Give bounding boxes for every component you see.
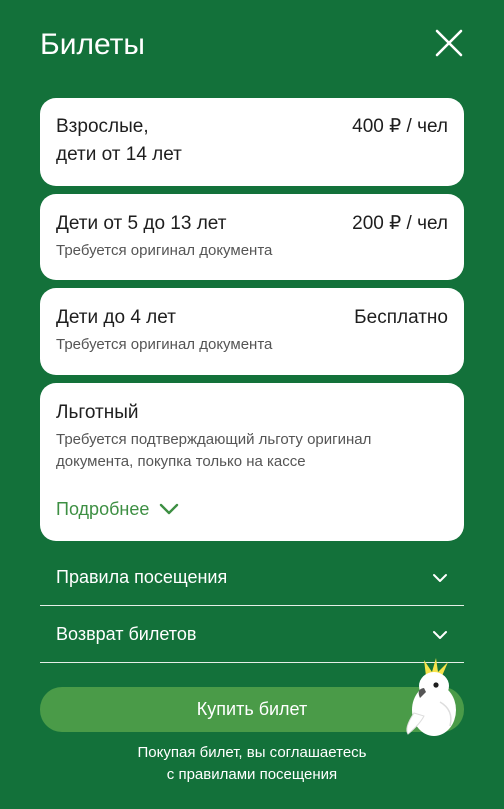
disclaimer-line2: с правилами посещения (166, 766, 338, 783)
close-icon[interactable] (434, 28, 464, 58)
ticket-name: Взрослые, дети от 14 лет (56, 113, 182, 169)
page-title: Билеты (40, 28, 145, 61)
header: Билеты (40, 26, 464, 66)
accordion-visit-rules[interactable]: Правила посещения (40, 550, 464, 606)
ticket-row: Взрослые, дети от 14 лет 400 ₽ / чел (56, 113, 448, 169)
more-link-label: Подробнее (56, 499, 150, 519)
chevron-down-icon (433, 630, 447, 639)
ticket-card-child: Дети от 5 до 13 лет 200 ₽ / чел Требуетс… (40, 194, 464, 280)
ticket-row: Дети до 4 лет Бесплатно (56, 304, 448, 332)
ticket-card-toddler: Дети до 4 лет Бесплатно Требуется оригин… (40, 288, 464, 375)
disclaimer-line1: Покупая билет, вы соглашаетесь (137, 744, 367, 761)
ticket-card-discount: Льготный Требуется подтверждающий льготу… (40, 383, 464, 541)
more-link[interactable]: Подробнее (56, 497, 179, 521)
accordion-label: Возврат билетов (56, 624, 197, 644)
cockatoo-icon (406, 658, 456, 736)
accordion-ticket-return[interactable]: Возврат билетов (40, 607, 464, 663)
ticket-name: Льготный (56, 402, 139, 423)
ticket-price: 200 ₽ / чел (352, 213, 448, 234)
ticket-note: Требуется оригинал документа (56, 242, 273, 259)
ticket-note-line1: Требуется подтверждающий льготу оригинал (56, 431, 372, 448)
ticket-note-line2: документа, покупка только на кассе (56, 453, 306, 470)
ticket-price: 400 ₽ / чел (352, 116, 448, 137)
ticket-name-line1: Взрослые, (56, 116, 149, 137)
chevron-down-icon (160, 503, 179, 515)
ticket-price: Бесплатно (354, 307, 448, 328)
purchase-disclaimer: Покупая билет, вы соглашаетесь с правила… (40, 742, 464, 786)
ticket-row: Дети от 5 до 13 лет 200 ₽ / чел (56, 210, 448, 238)
chevron-down-icon (433, 573, 447, 582)
ticket-name-line2: дети от 14 лет (56, 144, 182, 165)
accordion-label: Правила посещения (56, 567, 228, 587)
ticket-note: Требуется оригинал документа (56, 336, 273, 353)
ticket-card-adult: Взрослые, дети от 14 лет 400 ₽ / чел (40, 98, 464, 186)
ticket-name: Дети от 5 до 13 лет (56, 213, 227, 234)
ticket-name: Дети до 4 лет (56, 307, 176, 328)
